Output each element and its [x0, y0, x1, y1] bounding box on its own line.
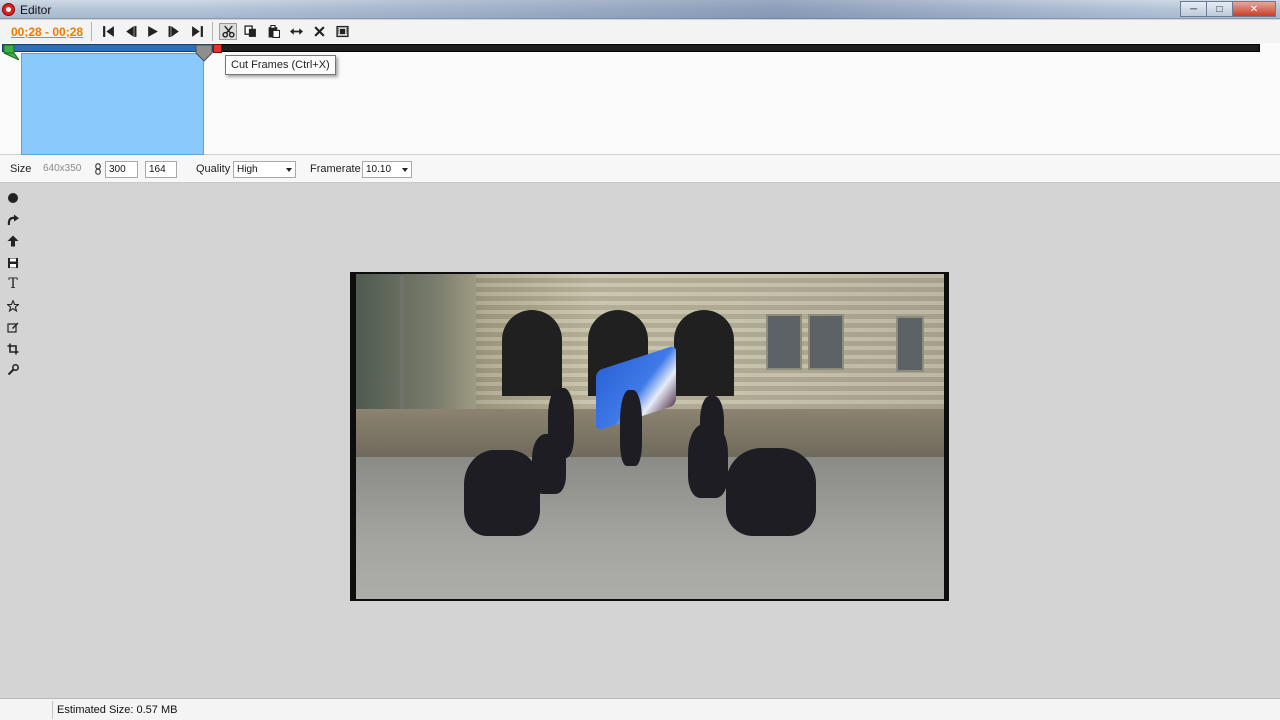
cut-frames-button[interactable] [219, 23, 237, 40]
editor-canvas: T [0, 184, 1280, 698]
redo-tool-button[interactable] [4, 210, 22, 230]
app-logo-icon [2, 3, 15, 16]
text-tool-button[interactable]: T [4, 274, 22, 294]
scene-figure [548, 388, 574, 458]
wrench-icon [7, 364, 19, 376]
star-icon [7, 299, 19, 312]
first-frame-button[interactable] [99, 23, 117, 40]
title-bar: Editor ─ □ ✕ [0, 0, 1280, 19]
window-title: Editor [20, 3, 52, 17]
start-marker-icon[interactable] [3, 44, 19, 60]
redo-icon [7, 214, 19, 225]
save-icon [8, 257, 18, 268]
skip-end-icon [191, 26, 203, 37]
framerate-value: 10.10 [366, 164, 392, 175]
quality-label: Quality [196, 163, 231, 175]
scene-arch [502, 310, 562, 396]
crop-icon [7, 343, 19, 354]
size-label: Size [10, 163, 32, 175]
minimize-button[interactable]: ─ [1180, 1, 1206, 17]
original-size-text: 640x350 [43, 163, 82, 174]
width-input[interactable]: 300 [105, 161, 138, 178]
playhead-marker-icon[interactable] [195, 44, 213, 62]
status-bar: Estimated Size: 0.57 MB [0, 698, 1280, 720]
play-button[interactable] [143, 23, 161, 40]
scene-wall [356, 409, 944, 457]
scene-figure [726, 448, 816, 536]
scene-window [808, 314, 844, 370]
save-tool-button[interactable] [4, 253, 22, 273]
chevron-down-icon [402, 168, 408, 172]
properties-bar: Size 640x350 300 164 Quality High Framer… [0, 155, 1280, 183]
circle-icon [8, 193, 18, 203]
step-back-icon [125, 26, 136, 37]
copy-icon [243, 25, 256, 37]
status-cell [0, 701, 53, 719]
height-input[interactable]: 164 [145, 161, 177, 178]
edit-icon [7, 322, 19, 333]
end-marker[interactable] [213, 44, 222, 53]
scene-figure [700, 396, 724, 458]
quality-select[interactable]: High [233, 161, 296, 178]
x-icon [313, 26, 325, 37]
scene-window [896, 316, 924, 372]
last-frame-button[interactable] [188, 23, 206, 40]
paste-icon [268, 25, 280, 38]
scene-window [766, 314, 802, 370]
previous-frame-button[interactable] [121, 23, 139, 40]
edit-tool-button[interactable] [4, 317, 22, 337]
play-icon [147, 26, 158, 37]
copy-frames-button[interactable] [241, 23, 259, 40]
film-icon [335, 25, 349, 38]
quality-value: High [237, 164, 258, 175]
timeline-played-range [2, 44, 213, 52]
timeline-panel: Cut Frames (Ctrl+X) [0, 43, 1280, 155]
window-controls: ─ □ ✕ [1180, 1, 1276, 17]
horizontal-resize-icon [289, 28, 303, 35]
scene-road [356, 457, 944, 599]
scene-arch [674, 310, 734, 396]
framerate-select[interactable]: 10.10 [362, 161, 412, 178]
favorite-tool-button[interactable] [4, 296, 22, 316]
text-icon: T [8, 276, 18, 292]
scene-figure [620, 390, 642, 466]
scissors-icon [221, 25, 235, 38]
scene-figure [464, 450, 540, 536]
side-toolbar: T [4, 188, 24, 382]
editor-toolbar: 00;28 - 00;28 [0, 20, 1280, 43]
time-range-link[interactable]: 00;28 - 00;28 [11, 25, 83, 39]
step-forward-icon [168, 26, 179, 37]
close-button[interactable]: ✕ [1232, 1, 1276, 17]
frames-button[interactable] [333, 23, 351, 40]
tools-tool-button[interactable] [4, 360, 22, 380]
paste-frames-button[interactable] [264, 23, 282, 40]
toolbar-separator [212, 22, 213, 41]
upload-tool-button[interactable] [4, 231, 22, 251]
skip-start-icon [102, 26, 114, 37]
record-tool-button[interactable] [4, 188, 22, 208]
maximize-button[interactable]: □ [1206, 1, 1232, 17]
link-aspect-icon[interactable] [95, 163, 101, 175]
toolbar-separator [91, 22, 92, 41]
resize-button[interactable] [287, 23, 305, 40]
delete-frames-button[interactable] [310, 23, 328, 40]
video-preview[interactable] [350, 272, 949, 601]
title-bar-background [190, 0, 1170, 19]
next-frame-button[interactable] [165, 23, 183, 40]
crop-tool-button[interactable] [4, 339, 22, 359]
cut-frames-tooltip: Cut Frames (Ctrl+X) [225, 55, 336, 75]
video-frame-image [356, 274, 944, 599]
estimated-size-text: Estimated Size: 0.57 MB [57, 704, 178, 716]
framerate-label: Framerate [310, 163, 361, 175]
selected-frame-block[interactable] [21, 53, 204, 155]
chevron-down-icon [286, 168, 292, 172]
arrow-up-icon [7, 235, 19, 247]
